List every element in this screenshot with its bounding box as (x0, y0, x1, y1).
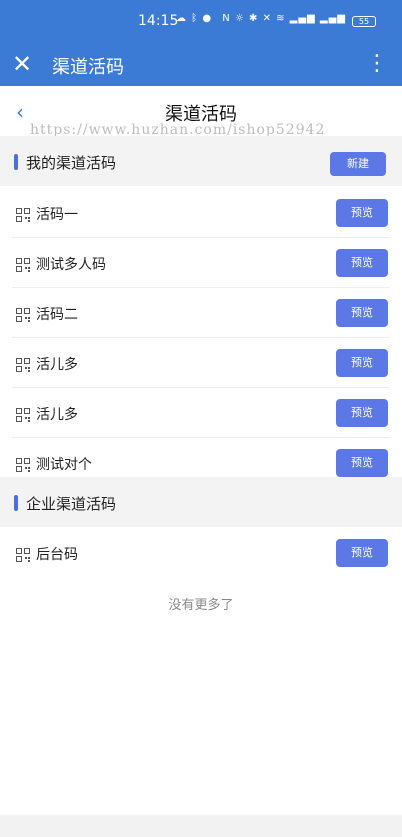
list-item[interactable]: 后台码 预览 (12, 528, 390, 578)
section-my-codes: 我的渠道活码 新建 (0, 136, 402, 186)
close-icon[interactable]: ✕ (12, 50, 32, 78)
list-item[interactable]: 活儿多 预览 (12, 338, 390, 388)
more-menu-icon[interactable]: ⋮ (366, 50, 388, 78)
status-bar: 14:15 ☁ ᛒ ● N ☼ ✱ ✕ ≋ ▂▄▆ ▂▄▆ 55 (0, 0, 402, 44)
list-item[interactable]: 测试多人码 预览 (12, 238, 390, 288)
enterprise-codes-list: 后台码 预览 (0, 528, 402, 578)
section-title: 我的渠道活码 (26, 154, 117, 172)
app-title: 渠道活码 (52, 57, 124, 78)
app-bar: ✕ 渠道活码 ⋮ (0, 44, 402, 86)
code-name: 活码一 (36, 207, 78, 223)
new-button[interactable]: 新建 (330, 152, 386, 176)
list-item[interactable]: 活儿多 预览 (12, 388, 390, 438)
code-name: 活儿多 (36, 357, 78, 373)
code-name: 后台码 (36, 547, 78, 563)
no-more-text: 没有更多了 (168, 598, 234, 613)
qr-code-icon (16, 407, 30, 422)
my-codes-list: 活码一 预览 测试多人码 预览 活码二 预览 活儿多 预览 活儿多 预览 测试对个 预览 (0, 188, 402, 488)
section-enterprise-codes: 企业渠道活码 (0, 477, 402, 527)
notification-icons: ☁ ᛒ ● (176, 13, 213, 24)
preview-button[interactable]: 预览 (336, 539, 388, 567)
preview-button[interactable]: 预览 (336, 199, 388, 227)
qr-code-icon (16, 257, 30, 272)
preview-button[interactable]: 预览 (336, 349, 388, 377)
qr-code-icon (16, 307, 30, 322)
qr-code-icon (16, 357, 30, 372)
bottom-bar (0, 815, 402, 837)
section-accent-bar (14, 495, 18, 511)
list-item[interactable]: 活码一 预览 (12, 188, 390, 238)
code-name: 活儿多 (36, 407, 78, 423)
qr-code-icon (16, 457, 30, 472)
status-time: 14:15 (138, 13, 179, 29)
code-name: 测试对个 (36, 457, 92, 473)
preview-button[interactable]: 预览 (336, 449, 388, 477)
section-accent-bar (14, 154, 18, 170)
system-icons: N ☼ ✱ ✕ ≋ ▂▄▆ ▂▄▆ (222, 13, 346, 24)
section-title: 企业渠道活码 (26, 495, 117, 513)
preview-button[interactable]: 预览 (336, 299, 388, 327)
list-item[interactable]: 活码二 预览 (12, 288, 390, 338)
qr-code-icon (16, 547, 30, 562)
code-name: 活码二 (36, 307, 78, 323)
code-name: 测试多人码 (36, 257, 106, 273)
qr-code-icon (16, 207, 30, 222)
preview-button[interactable]: 预览 (336, 249, 388, 277)
preview-button[interactable]: 预览 (336, 399, 388, 427)
battery-icon: 55 (352, 16, 376, 27)
